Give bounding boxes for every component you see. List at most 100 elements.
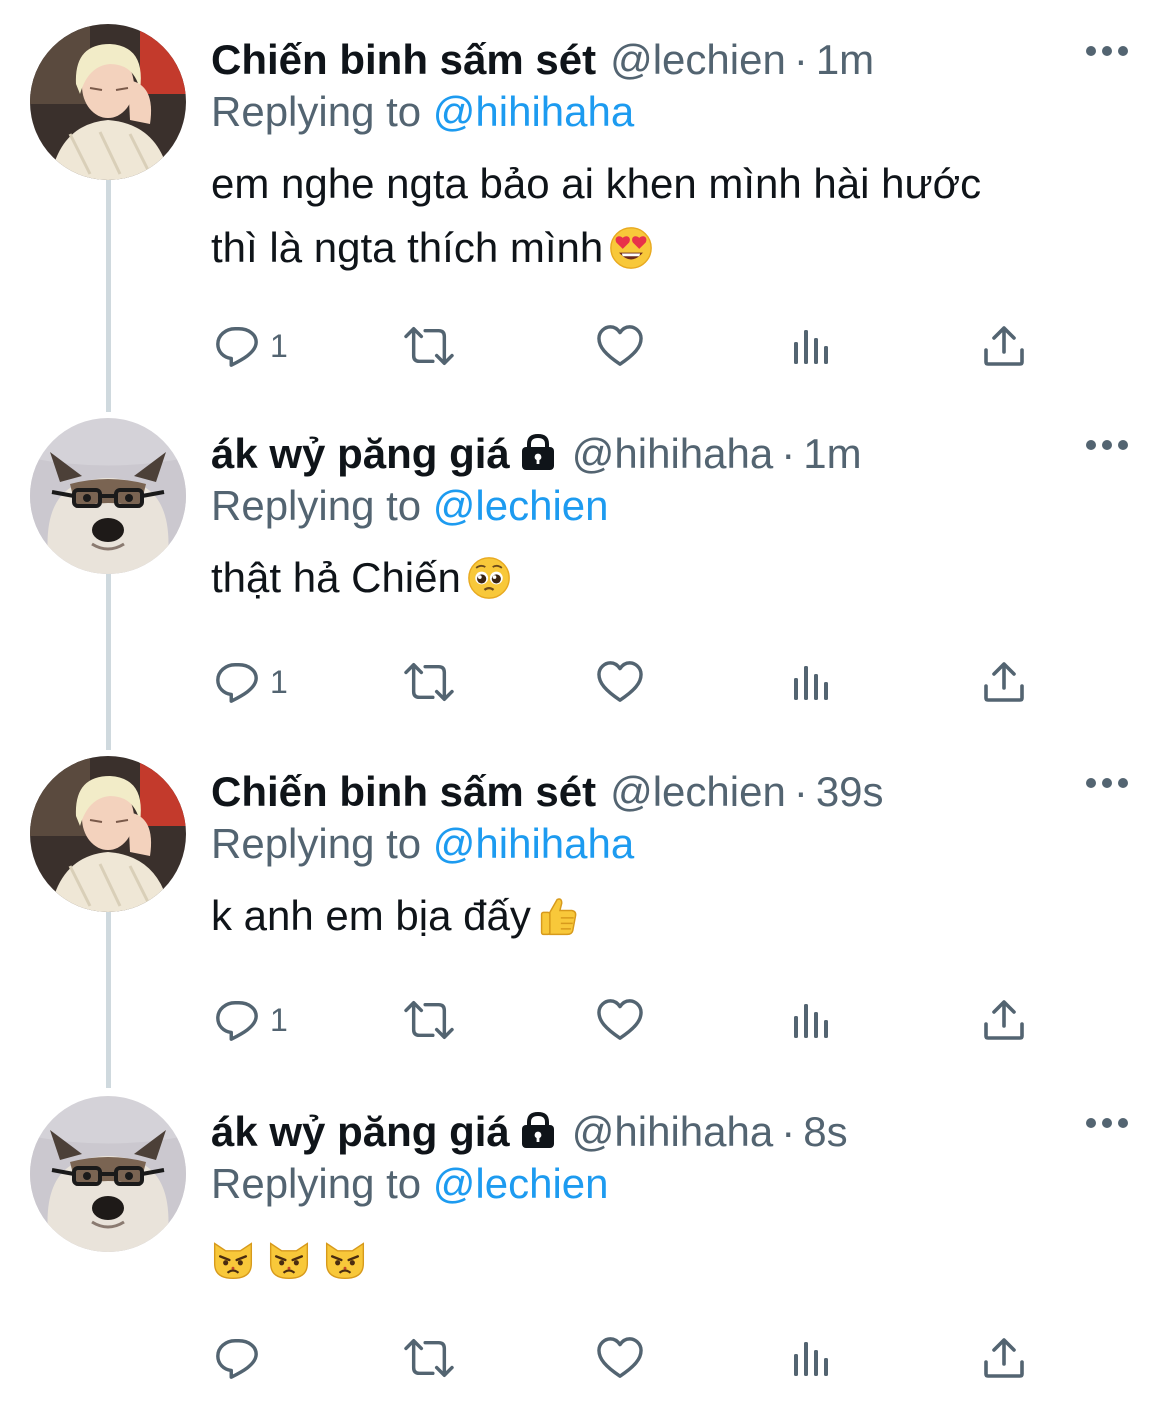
retweet-icon [400,997,458,1043]
mention-link[interactable]: @lechien [433,1160,609,1207]
tweet[interactable]: Chiến binh sấm sét @lechien · 39s Replying … [0,756,1170,1086]
share-button[interactable] [982,652,1026,712]
tweet-actions: 1 [0,990,1170,1050]
dog-with-glasses-avatar [30,418,186,574]
reply-button[interactable]: 1 [214,990,288,1050]
analytics-button[interactable] [792,316,832,376]
reply-icon [214,997,260,1043]
like-button[interactable] [596,652,644,712]
avatar[interactable] [30,24,186,180]
avatar[interactable] [30,756,186,912]
heart-icon [596,998,644,1042]
reply-count: 1 [270,663,288,700]
retweet-icon [400,1335,458,1381]
retweet-button[interactable] [400,990,458,1050]
heart-icon [596,1336,644,1380]
tweet-text: em nghe ngta bảo ai khen mình hài hước t… [211,152,1111,280]
mention-link[interactable]: @hihihaha [433,820,634,867]
share-button[interactable] [982,316,1026,376]
more-options-icon[interactable] [1086,1118,1128,1132]
reply-count: 1 [270,1001,288,1038]
analytics-button[interactable] [792,1328,832,1388]
tweet-text-line: em nghe ngta bảo ai khen mình hài hước [211,160,982,207]
tweet[interactable]: ák wỷ păng giá @hihihaha · 8s Replying to @… [0,1096,1170,1396]
tweet-header: Chiến binh sấm sét @lechien · 39s [211,766,884,818]
mention-link[interactable]: @lechien [433,482,609,529]
lock-icon [518,1110,558,1150]
retweet-button[interactable] [400,652,458,712]
share-icon [982,1336,1026,1380]
handle[interactable]: @hihihaha [572,430,773,477]
retweet-button[interactable] [400,316,458,376]
analytics-button[interactable] [792,652,832,712]
replying-label: Replying to [211,820,422,867]
tweet-actions [0,1328,1170,1388]
reply-icon [214,1335,260,1381]
tweet-header: ák wỷ păng giá @hihihaha · 1m [211,428,862,480]
lock-icon [518,432,558,472]
handle[interactable]: @lechien [610,768,786,815]
replying-label: Replying to [211,482,422,529]
tweet-actions: 1 [0,316,1170,376]
tweet-text-line: thật hả Chiến [211,554,461,601]
tweet-header: Chiến binh sấm sét @lechien · 1m [211,34,874,86]
tweet-text-line: k anh em bịa đấy [211,892,531,939]
heart-icon [596,660,644,704]
timestamp[interactable]: 39s [816,768,884,815]
retweet-button[interactable] [400,1328,458,1388]
like-button[interactable] [596,316,644,376]
reply-button[interactable]: 1 [214,652,288,712]
thumbs-up-emoji-icon [537,894,581,938]
like-button[interactable] [596,1328,644,1388]
share-button[interactable] [982,1328,1026,1388]
replying-to: Replying to @hihihaha [211,86,634,138]
pleading-face-emoji-icon [467,556,511,600]
reply-icon [214,659,260,705]
tweet-text: k anh em bịa đấy [211,884,1111,948]
display-name[interactable]: Chiến binh sấm sét [211,768,596,815]
avatar[interactable] [30,1096,186,1252]
more-options-icon[interactable] [1086,440,1128,454]
dog-with-glasses-avatar [30,1096,186,1252]
share-icon [982,998,1026,1042]
reply-button[interactable] [214,1328,270,1388]
replying-label: Replying to [211,1160,422,1207]
avatar[interactable] [30,418,186,574]
display-name[interactable]: Chiến binh sấm sét [211,36,596,83]
replying-to: Replying to @lechien [211,480,609,532]
separator-dot: · [781,1108,796,1155]
analytics-button[interactable] [792,990,832,1050]
tweet-text [211,1236,1111,1300]
retweet-icon [400,323,458,369]
tweet-actions: 1 [0,652,1170,712]
replying-to: Replying to @lechien [211,1158,609,1210]
handle[interactable]: @hihihaha [572,1108,773,1155]
handle[interactable]: @lechien [610,36,786,83]
tweet[interactable]: ák wỷ păng giá @hihihaha · 1m Replying to @… [0,418,1170,748]
stats-icon [792,1000,832,1040]
timestamp[interactable]: 1m [816,36,874,83]
share-button[interactable] [982,990,1026,1050]
tweet[interactable]: Chiến binh sấm sét @lechien · 1m Replying t… [0,24,1170,384]
stats-icon [792,326,832,366]
more-options-icon[interactable] [1086,778,1128,792]
timestamp[interactable]: 8s [803,1108,847,1155]
heart-icon [596,324,644,368]
timestamp[interactable]: 1m [803,430,861,477]
reply-count: 1 [270,327,288,364]
more-options-icon[interactable] [1086,46,1128,60]
tweet-header: ák wỷ păng giá @hihihaha · 8s [211,1106,848,1158]
tweet-text-line: thì là ngta thích mình [211,224,604,271]
reply-button[interactable]: 1 [214,316,288,376]
share-icon [982,324,1026,368]
pouting-cat-emoji-icon [211,1238,255,1282]
display-name[interactable]: ák wỷ păng giá [211,1108,510,1155]
reply-icon [214,323,260,369]
replying-to: Replying to @hihihaha [211,818,634,870]
mention-link[interactable]: @hihihaha [433,88,634,135]
like-button[interactable] [596,990,644,1050]
stats-icon [792,1338,832,1378]
display-name[interactable]: ák wỷ păng giá [211,430,510,477]
blonde-person-avatar [30,24,186,180]
pouting-cat-emoji-icon [267,1238,311,1282]
